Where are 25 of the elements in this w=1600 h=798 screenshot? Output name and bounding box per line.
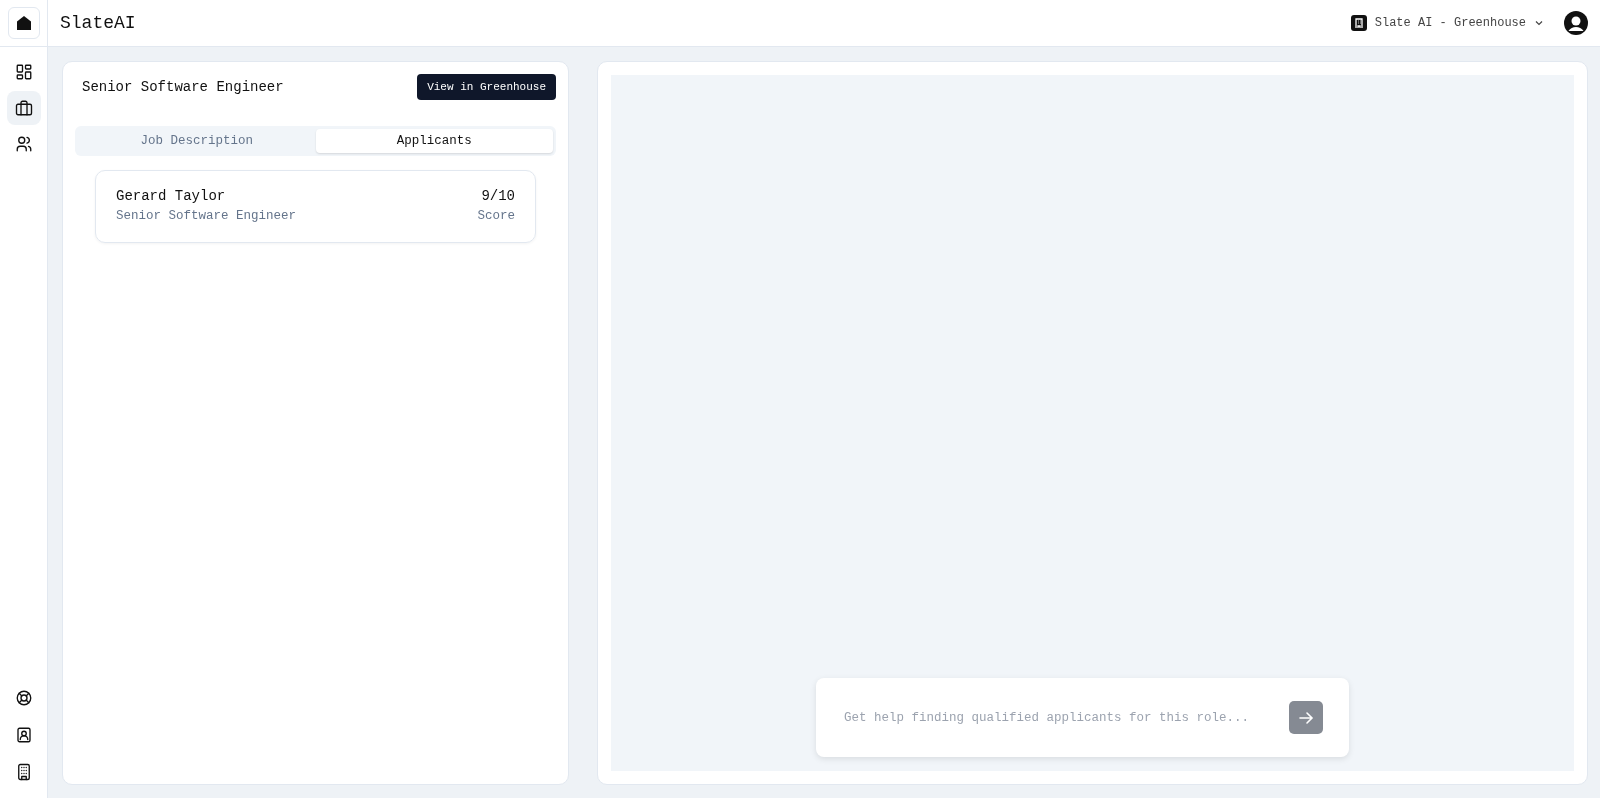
grid-icon	[14, 63, 33, 81]
users-icon	[14, 135, 33, 153]
lifebuoy-icon	[14, 689, 33, 707]
chevron-down-icon	[1534, 18, 1544, 28]
tab[interactable]: Applicants	[315, 129, 553, 153]
avatar-icon[interactable]	[1564, 11, 1588, 35]
arrow-right-icon	[1298, 709, 1314, 726]
send-button[interactable]	[1289, 701, 1323, 734]
briefcase-icon	[14, 99, 33, 117]
job-title: Senior Software Engineer	[82, 79, 284, 95]
score-label: Score	[477, 209, 515, 223]
sidebar-item[interactable]	[6, 91, 41, 125]
contact-card-icon	[14, 726, 33, 744]
app-title: SlateAI	[60, 13, 137, 33]
tab[interactable]: Job Description	[78, 129, 316, 153]
applicant-score: 9/10	[481, 188, 515, 204]
view-in-greenhouse-button[interactable]: View in Greenhouse	[417, 74, 556, 100]
workspace-selector[interactable]: Slate AI - Greenhouse	[1350, 15, 1544, 31]
home-icon	[15, 15, 32, 31]
building-icon	[1350, 15, 1367, 31]
applicant-name: Gerard Taylor	[116, 188, 227, 204]
applicant-card[interactable]: Gerard Taylor Senior Software Engineer 9/10 Score	[95, 170, 536, 243]
home-button[interactable]	[7, 7, 40, 39]
chat-input-field[interactable]: Get help finding qualified applicants for this role...	[842, 709, 1277, 726]
applicant-role: Senior Software Engineer	[116, 209, 297, 223]
